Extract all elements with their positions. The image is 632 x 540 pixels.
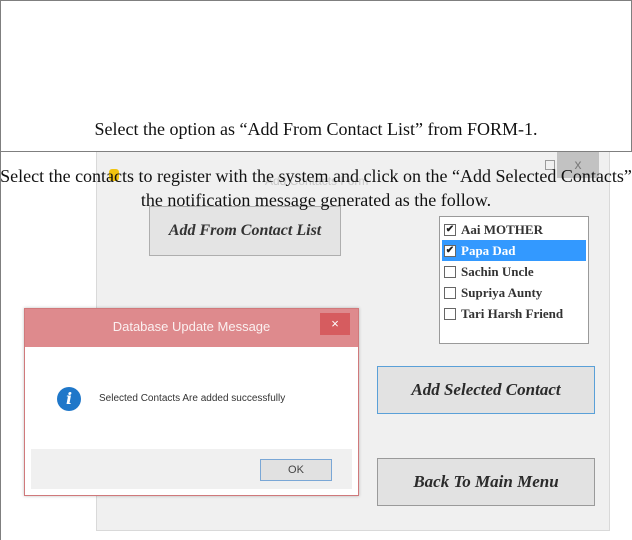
- dialog-title-bar: Database Update Message ×: [25, 309, 358, 347]
- contact-item-sachin[interactable]: Sachin Uncle: [442, 261, 588, 282]
- checkbox-unchecked-icon[interactable]: [444, 307, 456, 320]
- contact-label: Sachin Uncle: [461, 263, 534, 279]
- dialog-body: i Selected Contacts Are added successful…: [31, 347, 352, 449]
- dialog-message: Selected Contacts Are added successfully: [99, 393, 286, 404]
- contact-item-supriya[interactable]: Supriya Aunty: [442, 282, 588, 303]
- checkbox-unchecked-icon[interactable]: [444, 286, 456, 299]
- checkbox-unchecked-icon[interactable]: [444, 265, 456, 278]
- checkbox-checked-icon[interactable]: ✔: [444, 223, 456, 236]
- contact-item-tari[interactable]: Tari Harsh Friend: [442, 303, 588, 324]
- instruction-step-1: Select the option as “Add From Contact L…: [94, 119, 538, 139]
- contact-label: Supriya Aunty: [461, 284, 543, 300]
- contacts-checklist[interactable]: ✔ Aai MOTHER ✔ Papa Dad Sachin Uncle Sup…: [439, 216, 589, 344]
- back-to-main-menu-button[interactable]: Back To Main Menu: [377, 458, 595, 506]
- add-from-contact-list-button[interactable]: Add From Contact List: [149, 206, 341, 256]
- instruction-step-2: Select the contacts to register with the…: [0, 166, 632, 210]
- dialog-footer: OK: [31, 449, 352, 489]
- information-icon: i: [57, 387, 81, 411]
- contact-label: Papa Dad: [461, 242, 516, 258]
- contact-item-aai[interactable]: ✔ Aai MOTHER: [442, 219, 588, 240]
- contact-label: Aai MOTHER: [461, 221, 543, 237]
- dialog-close-button[interactable]: ×: [320, 313, 350, 335]
- dialog-title: Database Update Message: [112, 319, 271, 334]
- ok-button[interactable]: OK: [260, 459, 332, 481]
- contact-item-papa[interactable]: ✔ Papa Dad: [442, 240, 586, 261]
- checkbox-checked-icon[interactable]: ✔: [444, 244, 456, 257]
- contact-label: Tari Harsh Friend: [461, 305, 564, 321]
- add-selected-contact-button[interactable]: Add Selected Contact: [377, 366, 595, 414]
- database-update-dialog: Database Update Message × i Selected Con…: [24, 308, 359, 496]
